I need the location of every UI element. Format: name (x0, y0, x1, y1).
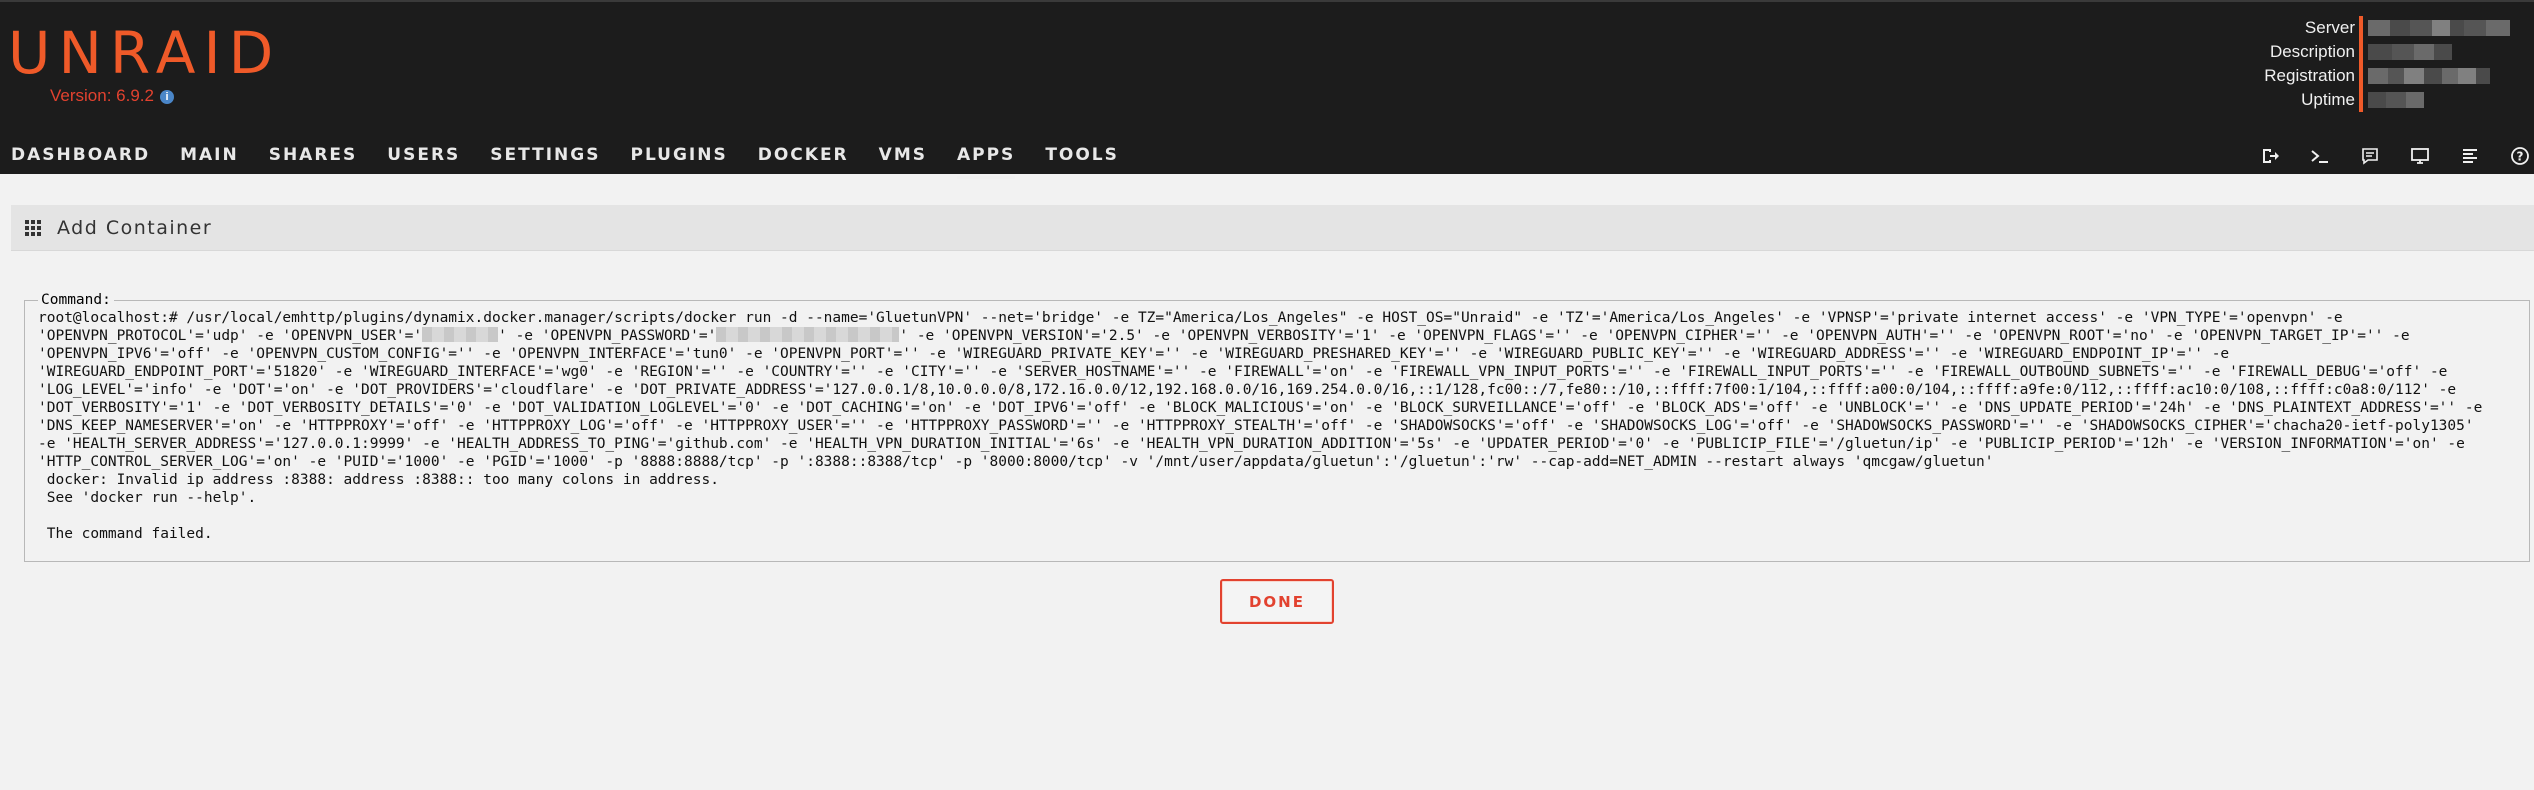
nav-shares[interactable]: SHARES (269, 139, 358, 173)
registration-value-redacted (2368, 64, 2533, 88)
command-line: 'OPENVPN_IPV6'='off' -e 'OPENVPN_CUSTOM_… (38, 346, 2230, 362)
log-icon[interactable] (2455, 141, 2485, 171)
nav-tools[interactable]: TOOLS (1045, 139, 1119, 173)
terminal-icon[interactable] (2305, 141, 2335, 171)
nav-plugins[interactable]: PLUGINS (630, 139, 727, 173)
command-text: root@localhost:# /usr/local/emhttp/plugi… (38, 309, 2517, 543)
error-message: docker: Invalid ip address :8388: addres… (38, 472, 719, 488)
server-value-redacted (2368, 16, 2533, 40)
grid-icon (25, 219, 43, 236)
done-button[interactable]: DONE (1220, 579, 1334, 624)
command-line: 'HTTP_CONTROL_SERVER_LOG'='on' -e 'PUID'… (38, 454, 1994, 470)
svg-text:?: ? (2517, 150, 2524, 164)
version-label: Version: 6.9.2 i (50, 86, 174, 106)
command-line: 'DNS_KEEP_NAMESERVER'='on' -e 'HTTPPROXY… (38, 418, 2474, 434)
feedback-icon[interactable] (2355, 141, 2385, 171)
page-title-bar: Add Container (11, 205, 2534, 251)
info-icon[interactable]: i (159, 90, 174, 104)
server-info-values-redacted (2368, 16, 2533, 112)
nav-settings[interactable]: SETTINGS (490, 139, 600, 173)
command-line: 'DOT_VERBOSITY'='1' -e 'DOT_VERBOSITY_DE… (38, 400, 2483, 416)
uptime-value-redacted (2368, 88, 2533, 112)
version-text[interactable]: Version: 6.9.2 (50, 86, 154, 105)
page-title: Add Container (57, 216, 213, 239)
unraid-logo[interactable]: UNRAID (8, 24, 281, 82)
uptime-label: Uptime (2301, 90, 2355, 109)
command-line: ' -e 'OPENVPN_VERSION'='2.5' -e 'OPENVPN… (899, 328, 2410, 344)
command-output: Command: root@localhost:# /usr/local/emh… (24, 292, 2530, 562)
help-hint: See 'docker run --help'. (38, 490, 257, 506)
command-line: 'WIREGUARD_ENDPOINT_PORT'='51820' -e 'WI… (38, 364, 2448, 380)
nav-docker[interactable]: DOCKER (758, 139, 849, 173)
nav-apps[interactable]: APPS (956, 139, 1016, 179)
server-info-labels: Server Description Registration Uptime (2200, 16, 2355, 112)
monitor-icon[interactable] (2405, 141, 2435, 171)
description-value-redacted (2368, 40, 2533, 64)
command-line: 'LOG_LEVEL'='info' -e 'DOT'='on' -e 'DOT… (38, 382, 2457, 398)
command-line: root@localhost:# /usr/local/emhttp/plugi… (38, 310, 2343, 326)
redacted-openvpn-password (716, 327, 900, 342)
command-legend: Command: (41, 292, 111, 308)
header-toolbar: ? (2255, 136, 2534, 176)
nav-users[interactable]: USERS (387, 139, 460, 173)
header: UNRAID Version: 6.9.2 i Server Descriptio… (0, 0, 2534, 179)
command-line: 'OPENVPN_PROTOCOL'='udp' -e 'OPENVPN_USE… (38, 328, 423, 344)
description-label: Description (2269, 42, 2355, 61)
command-line: -e 'HEALTH_SERVER_ADDRESS'='127.0.0.1:99… (38, 436, 2465, 452)
server-info-accent-bar (2359, 16, 2363, 112)
nav-main[interactable]: MAIN (180, 139, 239, 173)
nav-vms[interactable]: VMS (879, 139, 927, 173)
logout-icon[interactable] (2255, 141, 2285, 171)
main-nav: DASHBOARD MAIN SHARES USERS SETTINGS PLU… (0, 136, 1138, 179)
nav-dashboard[interactable]: DASHBOARD (11, 139, 150, 173)
help-icon[interactable]: ? (2505, 141, 2534, 171)
registration-label[interactable]: Registration (2200, 64, 2355, 88)
redacted-openvpn-user (422, 327, 499, 342)
server-label: Server (2304, 18, 2355, 37)
failure-message: The command failed. (38, 526, 213, 542)
command-line: ' -e 'OPENVPN_PASSWORD'=' (498, 328, 717, 344)
